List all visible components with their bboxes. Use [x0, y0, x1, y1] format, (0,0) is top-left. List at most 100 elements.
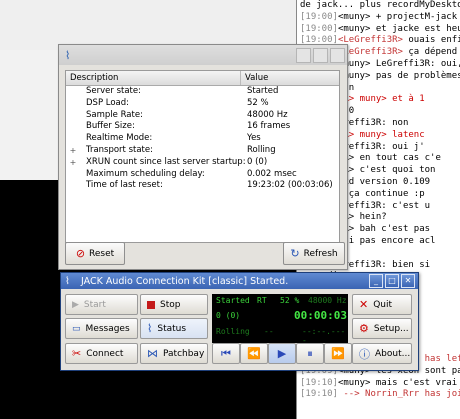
play-icon: ▶: [72, 299, 79, 310]
status-row[interactable]: Sample Rate: 48000 Hz: [66, 110, 339, 122]
forward-button[interactable]: ⏩: [324, 343, 352, 364]
connect-button[interactable]: ✂ Connect: [65, 343, 138, 364]
close-button[interactable]: ✕: [401, 274, 415, 288]
about-label: About...: [375, 348, 411, 359]
chat-text: --> Norrin_Rrr has joined th: [343, 389, 460, 400]
connect-label: Connect: [86, 348, 124, 359]
messages-button[interactable]: ▭ Messages: [65, 318, 138, 339]
reset-button[interactable]: ⊘ Reset: [65, 242, 125, 265]
sample-rate-display: 48000 Hz: [308, 296, 347, 305]
about-button[interactable]: ⓘ About...: [352, 343, 412, 364]
status-row-label: XRUN count since last server startup:: [86, 156, 246, 167]
expand-icon[interactable]: +: [66, 145, 80, 157]
elapsed-time-display: 00:00:03: [294, 309, 347, 322]
status-row-value: Started: [247, 86, 279, 96]
status-row[interactable]: Time of last reset: 19:23:02 (00:03:06): [66, 180, 339, 192]
status-icon: ⌇: [147, 322, 153, 335]
messages-label: Messages: [85, 323, 130, 334]
status-button[interactable]: ⌇ Status: [140, 318, 208, 339]
start-label: Start: [83, 299, 106, 310]
status-row-value: 19:23:02 (00:03:06): [247, 180, 333, 191]
chat-timestamp: [19:00]: [300, 23, 338, 34]
chat-line: [19:00]<muny> et jacke est heureu: [297, 24, 460, 36]
status-window-titlebar[interactable]: ⌇: [59, 45, 347, 65]
transport-state-display: Rolling: [216, 327, 250, 336]
chat-nick: <muny>: [337, 23, 371, 34]
connect-icon: ✂: [72, 347, 82, 360]
chat-timestamp: [19:10]: [300, 389, 338, 400]
reset-label: Reset: [89, 248, 115, 259]
status-row-value: 48000 Hz: [247, 109, 288, 120]
backward-button[interactable]: ⏪: [240, 343, 268, 364]
status-row-value: 52 %: [247, 97, 269, 108]
column-value[interactable]: Value: [241, 71, 268, 85]
column-description[interactable]: Description: [66, 71, 241, 85]
setup-button[interactable]: ⚙ Setup...: [352, 318, 412, 339]
close-button[interactable]: [330, 47, 345, 63]
chat-text: + projectM-jack qu: [375, 11, 460, 22]
status-row-label: Sample Rate:: [86, 109, 143, 120]
minimize-button[interactable]: _: [369, 274, 383, 288]
play-button[interactable]: ▶: [268, 343, 296, 364]
status-row-label: Realtime Mode:: [86, 133, 153, 144]
status-row[interactable]: Buffer Size: 16 frames: [66, 121, 339, 133]
patchbay-label: Patchbay: [163, 348, 205, 359]
stop-label: Stop: [160, 299, 181, 310]
expand-icon[interactable]: +: [66, 157, 80, 169]
setup-label: Setup...: [373, 323, 409, 334]
forward-icon: ⏩: [331, 347, 345, 360]
status-row[interactable]: + Transport state: Rolling: [66, 145, 339, 157]
status-row[interactable]: + XRUN count since last server startup: 0 …: [66, 157, 339, 169]
status-row-label: DSP Load:: [86, 97, 130, 108]
quit-button[interactable]: ✕ Quit: [352, 294, 412, 315]
maximize-button[interactable]: [313, 47, 328, 63]
status-row-label: Transport state:: [86, 144, 153, 155]
pause-button[interactable]: ⏸: [296, 343, 324, 364]
chat-text: de jack... plus recordMyDesktop ja: [300, 0, 460, 10]
status-row[interactable]: Realtime Mode: Yes: [66, 133, 339, 145]
setup-icon: ⚙: [359, 322, 369, 335]
quit-icon: ✕: [359, 298, 369, 311]
stop-icon: [147, 300, 155, 309]
chat-text: LeGreffi3R: oui, j' a: [375, 58, 460, 69]
rewind-button[interactable]: ⏮: [212, 343, 240, 364]
minimize-button[interactable]: [296, 47, 311, 63]
refresh-button[interactable]: ↻ Refresh: [283, 242, 345, 265]
maximize-button[interactable]: □: [385, 274, 399, 288]
status-tree[interactable]: Description Value Server state: Started DS…: [65, 70, 340, 243]
status-row-value: 0 (0): [247, 156, 268, 167]
status-row[interactable]: DSP Load: 52 %: [66, 98, 339, 110]
chat-line: [19:00]<muny> + projectM-jack qu: [297, 12, 460, 24]
chat-line: de jack... plus recordMyDesktop ja: [297, 0, 460, 12]
status-row-value: 0.002 msec: [247, 168, 297, 179]
desktop-background-top: [0, 0, 300, 50]
chat-timestamp: [19:10]: [300, 377, 338, 388]
status-row[interactable]: Maximum scheduling delay: 0.002 msec: [66, 169, 339, 181]
status-row[interactable]: Server state: Started: [66, 86, 339, 98]
pause-icon: ⏸: [307, 346, 313, 360]
status-row-value: Rolling: [247, 144, 276, 155]
status-label: Status: [157, 323, 187, 334]
status-row-label: Maximum scheduling delay:: [86, 168, 205, 179]
jack-app-icon: ⌇: [65, 275, 70, 287]
status-row-value: Yes: [247, 133, 261, 144]
start-button[interactable]: ▶ Start: [65, 294, 138, 315]
xrun-display: 0 (0): [216, 311, 241, 320]
stop-button[interactable]: Stop: [140, 294, 208, 315]
server-state-display: Started: [216, 296, 250, 305]
play-icon: ▶: [277, 347, 287, 360]
patchbay-button[interactable]: ⋈ Patchbay: [140, 343, 208, 364]
bpm-display: --: [264, 327, 274, 336]
status-window: ⌇ Description Value Server state: Started…: [58, 44, 348, 270]
status-tree-header: Description Value: [66, 71, 339, 86]
jack-titlebar[interactable]: ⌇ JACK Audio Connection Kit [classic] St…: [61, 273, 418, 289]
refresh-label: Refresh: [303, 248, 338, 259]
chat-text: et jacke est heureu: [375, 23, 460, 34]
